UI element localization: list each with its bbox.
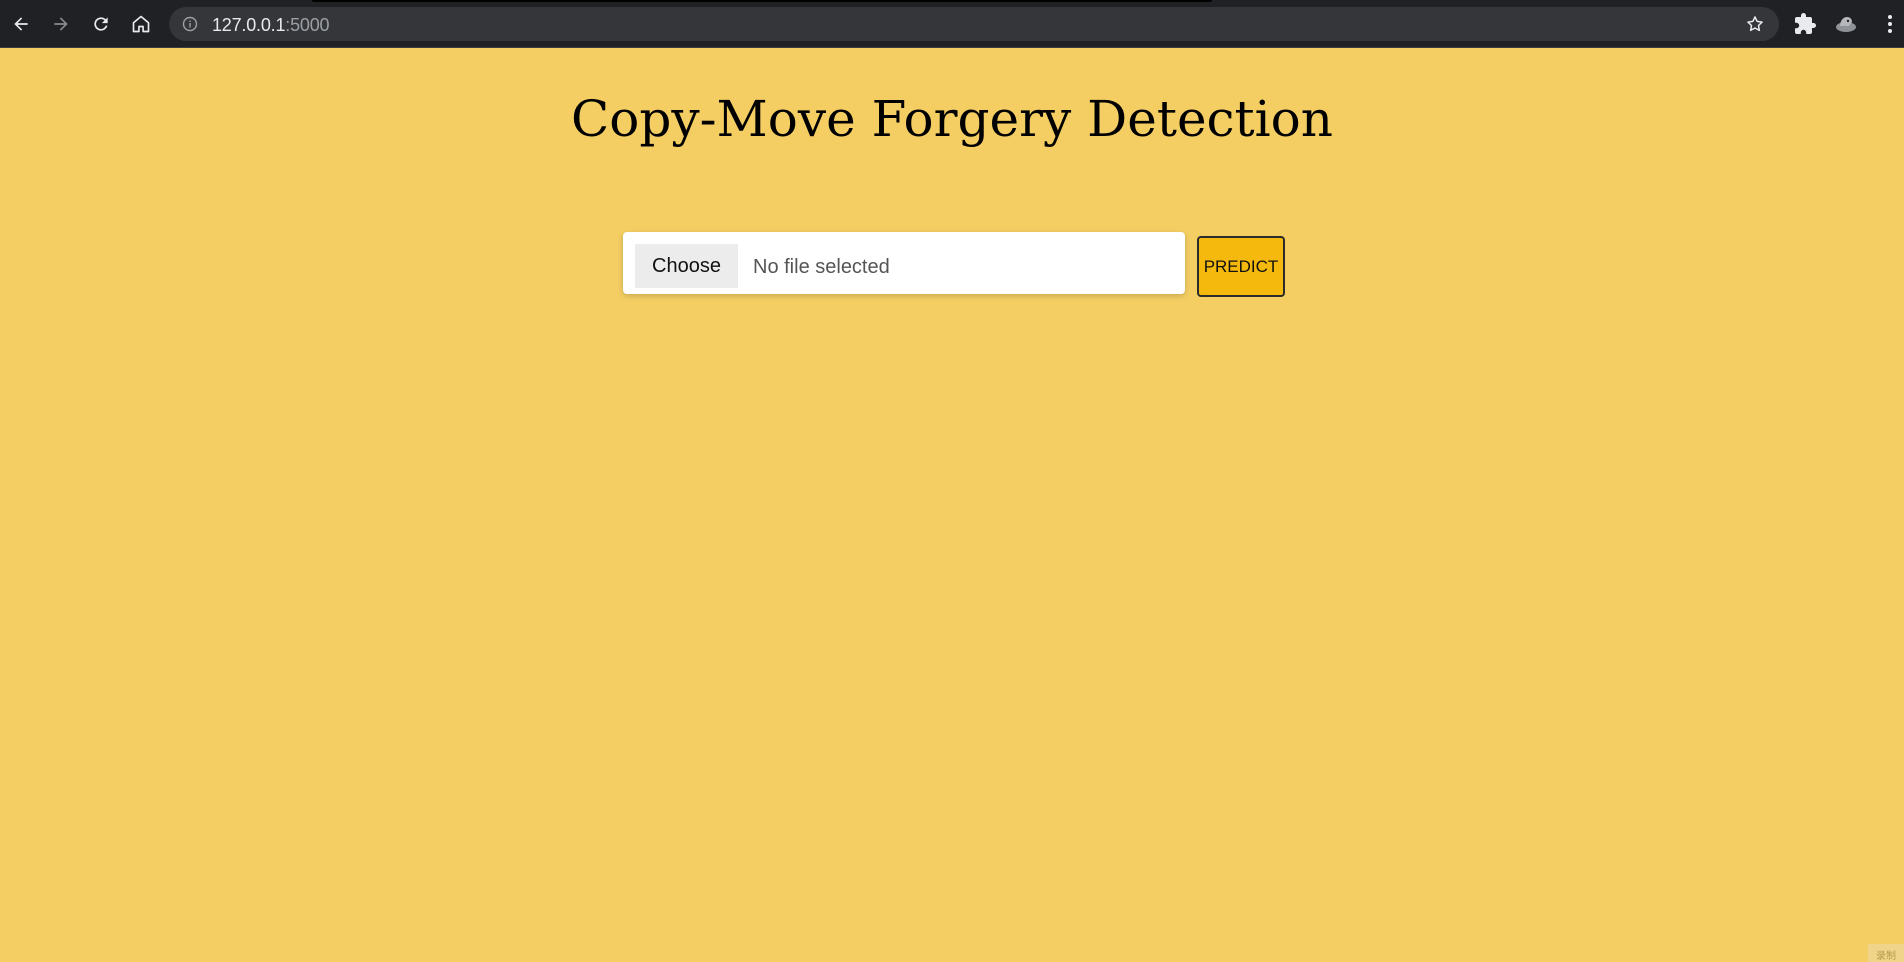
corner-watermark: 录制 bbox=[1868, 944, 1904, 962]
file-status-text: No file selected bbox=[753, 256, 890, 278]
url-text[interactable]: 127.0.0.1:5000 bbox=[212, 15, 330, 36]
address-bar[interactable]: 127.0.0.1:5000 bbox=[169, 7, 1779, 41]
profile-icon[interactable] bbox=[1834, 12, 1858, 36]
page-title: Copy-Move Forgery Detection bbox=[571, 90, 1333, 148]
choose-file-button[interactable]: Choose bbox=[635, 244, 738, 288]
url-host: 127.0.0.1 bbox=[212, 15, 286, 35]
predict-button[interactable]: PREDICT bbox=[1197, 236, 1285, 297]
puzzle-icon[interactable] bbox=[1793, 12, 1817, 36]
browser-toolbar: 127.0.0.1:5000 bbox=[0, 0, 1904, 48]
back-icon[interactable] bbox=[9, 12, 33, 36]
url-port: :5000 bbox=[285, 15, 330, 35]
file-input[interactable]: Choose No file selected bbox=[623, 232, 1185, 294]
active-tab-accent bbox=[312, 0, 1212, 2]
star-icon[interactable] bbox=[1745, 14, 1765, 34]
forward-icon[interactable] bbox=[49, 12, 73, 36]
home-icon[interactable] bbox=[129, 12, 153, 36]
menu-icon[interactable] bbox=[1878, 12, 1902, 36]
info-icon[interactable] bbox=[182, 16, 198, 32]
reload-icon[interactable] bbox=[89, 12, 113, 36]
